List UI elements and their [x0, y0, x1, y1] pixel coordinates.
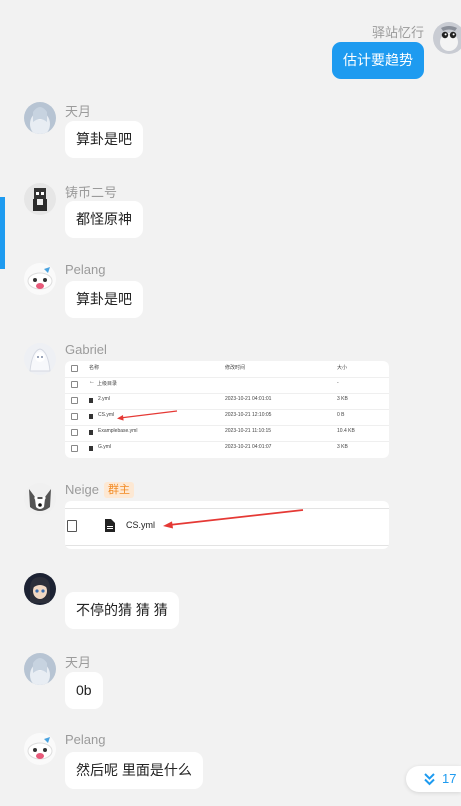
message-bubble: 估计要趋势 — [332, 42, 424, 79]
message-bubble: 不停的猜 猜 猜 — [65, 592, 179, 629]
red-arrow-annotation — [163, 509, 304, 529]
message-bubble: 然后呢 里面是什么 — [65, 752, 203, 789]
avatar[interactable] — [24, 653, 56, 685]
avatar[interactable] — [24, 263, 56, 295]
message-bubble: 0b — [65, 672, 103, 709]
sender-name-text: Neige — [65, 482, 99, 497]
sender-name: Pelang — [65, 732, 106, 747]
sender-name: Neige 群主 — [65, 482, 134, 498]
double-chevron-down-icon — [424, 773, 435, 786]
avatar[interactable] — [24, 102, 56, 134]
message-bubble: 算卦是吧 — [65, 121, 143, 158]
sender-name: 铸币二号 — [65, 185, 118, 200]
sender-name: Gabriel — [65, 342, 107, 357]
red-arrow-annotation — [117, 410, 178, 421]
avatar[interactable] — [433, 22, 461, 54]
scroll-to-new-messages-button[interactable]: 17 — [406, 766, 461, 792]
sender-name: 天月 — [65, 655, 92, 670]
sender-name: 驿站忆行 — [371, 25, 424, 40]
new-message-count: 17 — [442, 771, 457, 786]
sender-name: Pelang — [65, 262, 106, 277]
group-owner-badge: 群主 — [103, 482, 134, 498]
file-list-screenshot[interactable]: 名称 修改时间 大小 ← 上级目录 - 2.yml 2023-10-21 04:… — [65, 361, 389, 458]
file-crop-screenshot[interactable]: CS.yml — [65, 501, 389, 549]
sender-name: 天月 — [65, 104, 92, 119]
avatar[interactable] — [24, 733, 56, 765]
avatar[interactable] — [24, 183, 56, 215]
avatar[interactable] — [24, 573, 56, 605]
message-bubble: 都怪原神 — [65, 201, 143, 238]
active-indicator — [0, 197, 5, 269]
avatar[interactable] — [24, 483, 56, 515]
avatar[interactable] — [24, 343, 56, 375]
message-bubble: 算卦是吧 — [65, 281, 143, 318]
